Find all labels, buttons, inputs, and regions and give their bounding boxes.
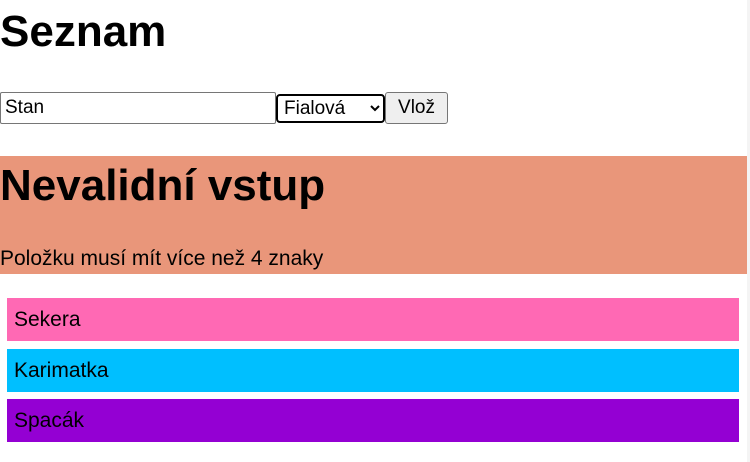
list-item: Karimatka	[7, 348, 739, 392]
error-message: Položku musí mít více než 4 znaky	[0, 247, 324, 270]
add-button[interactable]: Vlož	[385, 92, 448, 124]
item-list: Sekera Karimatka Spacák	[7, 298, 739, 450]
error-box: Nevalidní vstup Položku musí mít více ne…	[0, 156, 750, 274]
page-title: Seznam	[0, 7, 167, 56]
list-item: Spacák	[7, 399, 739, 442]
color-select[interactable]: Fialová	[276, 94, 385, 123]
add-item-form: Fialová Vlož	[0, 92, 448, 124]
item-name-input[interactable]	[0, 92, 276, 124]
error-title: Nevalidní vstup	[0, 161, 326, 210]
page: Seznam Fialová Vlož Nevalidní vstup Polo…	[0, 0, 750, 462]
list-item: Sekera	[7, 298, 739, 341]
